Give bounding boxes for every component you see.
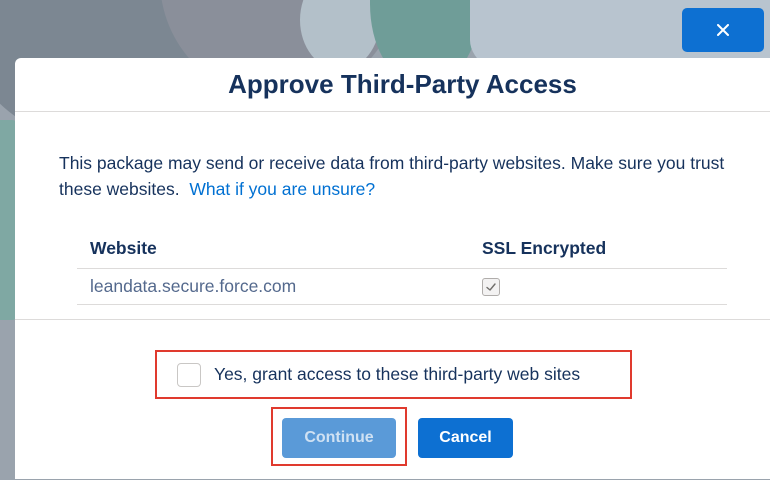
dialog-title: Approve Third-Party Access — [228, 69, 577, 99]
ssl-encrypted-checkbox — [482, 278, 500, 297]
grant-access-checkbox[interactable] — [177, 362, 201, 387]
websites-table: Website SSL Encrypted leandata.secure.fo… — [77, 228, 727, 305]
grant-access-highlight: Yes, grant access to these third-party w… — [155, 350, 632, 399]
dialog-body: This package may send or receive data fr… — [15, 112, 770, 320]
dialog-description: This package may send or receive data fr… — [59, 150, 739, 202]
description-text: This package may send or receive data fr… — [59, 153, 725, 199]
approve-access-dialog: Approve Third-Party Access This package … — [15, 58, 770, 479]
grant-access-label[interactable]: Yes, grant access to these third-party w… — [214, 364, 580, 385]
cancel-button[interactable]: Cancel — [418, 418, 513, 458]
table-header-row: Website SSL Encrypted — [77, 228, 727, 269]
table-row: leandata.secure.force.com — [77, 268, 727, 305]
dialog-footer: Yes, grant access to these third-party w… — [15, 320, 770, 480]
check-icon — [486, 283, 496, 292]
help-link[interactable]: What if you are unsure? — [189, 179, 375, 199]
close-icon — [717, 24, 729, 36]
dialog-header: Approve Third-Party Access — [15, 58, 770, 112]
ssl-cell — [469, 268, 727, 305]
continue-button[interactable]: Continue — [282, 418, 396, 458]
website-cell: leandata.secure.force.com — [77, 268, 469, 305]
column-header-website: Website — [77, 228, 469, 269]
close-button[interactable] — [682, 8, 764, 52]
column-header-ssl: SSL Encrypted — [469, 228, 727, 269]
